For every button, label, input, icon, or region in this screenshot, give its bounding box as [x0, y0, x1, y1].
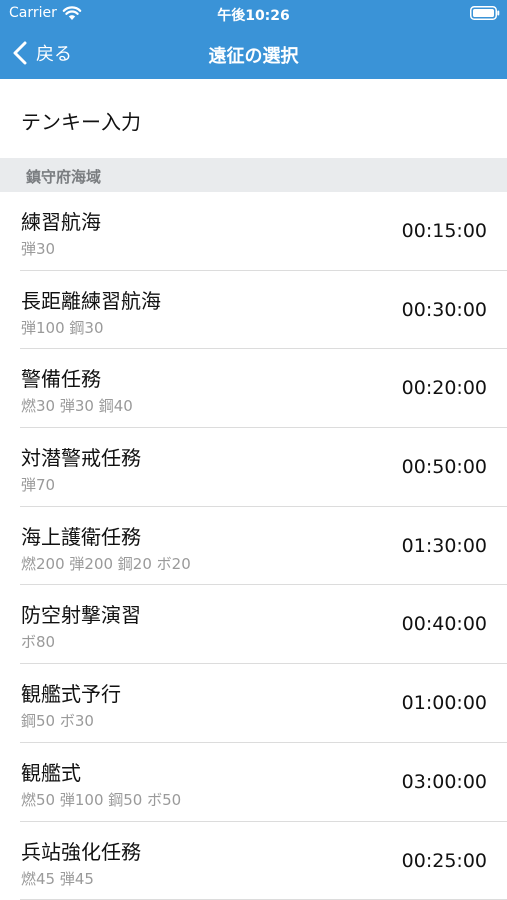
mission-row[interactable]: 警備任務 燃30 弾30 鋼40 00:20:00: [0, 349, 507, 429]
mission-duration: 00:20:00: [401, 377, 487, 400]
mission-name: 観艦式: [21, 760, 81, 785]
mission-resources: 弾100 鋼30: [21, 318, 104, 337]
mission-resources: 燃45 弾45: [21, 869, 94, 888]
tenkey-input-label: テンキー入力: [21, 110, 141, 134]
mission-resources: 燃50 弾100 鋼50 ボ50: [21, 790, 182, 809]
navigation-bar: 戻る 遠征の選択: [0, 28, 507, 79]
mission-resources: 鋼50 ボ30: [21, 712, 94, 731]
section-header: 鎮守府海域: [0, 158, 507, 192]
section-header-label: 鎮守府海域: [26, 168, 102, 186]
mission-resources: 燃30 弾30 鋼40: [21, 397, 133, 416]
mission-name: 防空射撃演習: [21, 603, 141, 628]
mission-row[interactable]: 海上護衛任務 燃200 弾200 鋼20 ボ20 01:30:00: [0, 506, 507, 586]
mission-row[interactable]: 防空射撃演習 ボ80 00:40:00: [0, 585, 507, 665]
mission-row[interactable]: 長距離練習航海 弾100 鋼30 00:30:00: [0, 270, 507, 350]
mission-duration: 00:15:00: [401, 220, 487, 242]
mission-resources: 弾30: [21, 240, 56, 258]
mission-duration: 00:50:00: [401, 456, 487, 479]
mission-row[interactable]: 対潜警戒任務 弾70 00:50:00: [0, 428, 507, 507]
mission-row[interactable]: 観艦式予行 鋼50 ボ30 01:00:00: [0, 664, 507, 743]
mission-duration: 00:30:00: [401, 298, 487, 321]
battery-icon: [470, 6, 500, 20]
status-bar: Carrier 午後10:26: [0, 0, 507, 28]
mission-duration: 01:30:00: [401, 534, 487, 557]
tenkey-input-row[interactable]: テンキー入力: [0, 79, 507, 158]
top-bar: Carrier 午後10:26 戻る 遠征の選択: [0, 0, 507, 79]
status-time: 午後10:26: [217, 8, 290, 24]
mission-row[interactable]: 兵站強化任務 燃45 弾45 00:25:00: [0, 821, 507, 900]
mission-name: 兵站強化任務: [21, 839, 141, 864]
mission-name: 海上護衛任務: [21, 524, 141, 549]
mission-name: 警備任務: [21, 367, 101, 392]
mission-name: 練習航海: [21, 210, 101, 234]
mission-resources: ボ80: [21, 633, 56, 652]
mission-duration: 01:00:00: [401, 692, 487, 715]
mission-duration: 00:25:00: [401, 849, 487, 872]
mission-name: 観艦式予行: [21, 682, 121, 707]
mission-list: 練習航海 弾30 00:15:00 長距離練習航海 弾100 鋼30 00:30…: [0, 192, 507, 900]
mission-resources: 燃200 弾200 鋼20 ボ20: [21, 554, 191, 573]
mission-name: 長距離練習航海: [21, 288, 161, 313]
mission-row[interactable]: 観艦式 燃50 弾100 鋼50 ボ50 03:00:00: [0, 742, 507, 822]
mission-name: 対潜警戒任務: [21, 446, 141, 471]
mission-resources: 弾70: [21, 476, 56, 495]
mission-duration: 03:00:00: [401, 770, 487, 793]
page-title: 遠征の選択: [208, 46, 299, 67]
mission-row[interactable]: 練習航海 弾30 00:15:00: [0, 192, 507, 271]
mission-duration: 00:40:00: [401, 613, 487, 636]
